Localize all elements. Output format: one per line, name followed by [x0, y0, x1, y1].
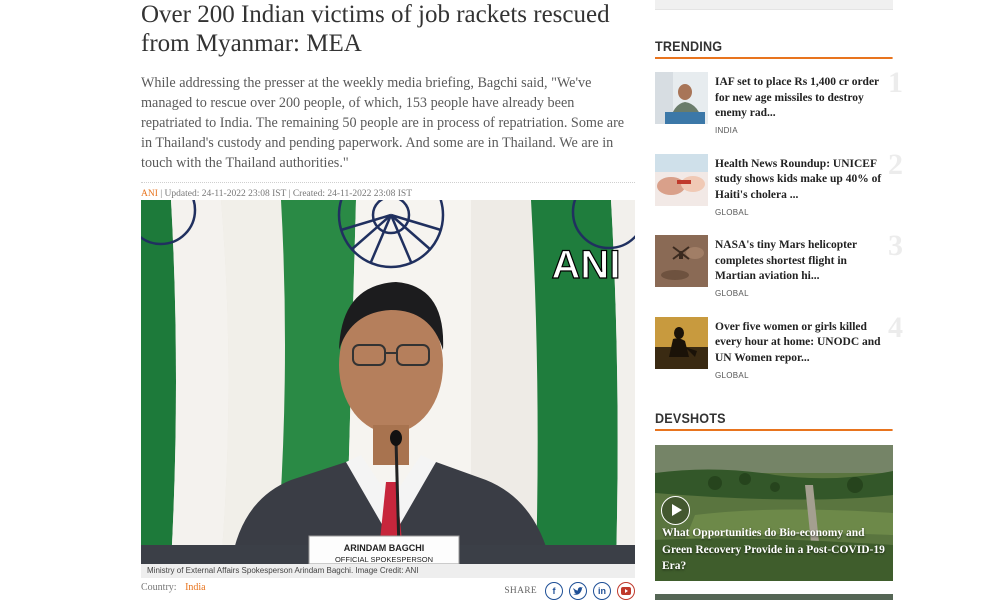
devshots-title: DEVSHOTS [655, 410, 893, 431]
trending-item-2[interactable]: Health News Roundup: UNICEF study shows … [655, 148, 903, 236]
updated-time: | Updated: 24-11-2022 23:08 IST [160, 189, 287, 199]
trending-category-3[interactable]: GLOBAL [715, 289, 749, 298]
trending-rank-3: 3 [888, 229, 903, 262]
nameplate-line1: ARINDAM BAGCHI [344, 543, 425, 553]
trending-item-1[interactable]: IAF set to place Rs 1,400 cr order for n… [655, 66, 903, 154]
article-meta: ANI | Updated: 24-11-2022 23:08 IST | Cr… [141, 182, 635, 199]
next-card-strip [655, 594, 893, 600]
article-headline: Over 200 Indian victims of job rackets r… [141, 1, 610, 57]
trending-heading: TRENDING [655, 38, 919, 59]
trending-item-3[interactable]: NASA's tiny Mars helicopter completes sh… [655, 229, 903, 317]
trending-category-2[interactable]: GLOBAL [715, 208, 749, 217]
trending-title-2[interactable]: Health News Roundup: UNICEF study shows … [715, 157, 890, 204]
trending-thumb-1[interactable] [655, 72, 708, 124]
trending-title-3[interactable]: NASA's tiny Mars helicopter completes sh… [715, 238, 890, 285]
youtube-icon[interactable] [617, 582, 635, 600]
trending-item-4[interactable]: Over five women or girls killed every ho… [655, 311, 903, 399]
ani-watermark: ANI [552, 243, 621, 287]
source-link[interactable]: ANI [141, 189, 158, 199]
trending-list: IAF set to place Rs 1,400 cr order for n… [655, 66, 903, 399]
twitter-icon[interactable] [569, 582, 587, 600]
nameplate-line2: OFFICIAL SPOKESPERSON [335, 555, 433, 564]
sidebar-top-strip [655, 0, 893, 10]
sidebar: TRENDING IAF set to place Rs 1,400 cr or… [655, 0, 903, 600]
share-bar: SHARE f in [504, 582, 635, 600]
trending-thumb-4[interactable] [655, 316, 708, 369]
photo-caption: Ministry of External Affairs Spokesperso… [141, 564, 635, 578]
article-photo[interactable]: ARINDAM BAGCHI OFFICIAL SPOKESPERSON ANI [141, 200, 635, 564]
play-icon[interactable] [661, 496, 690, 525]
trending-title-1[interactable]: IAF set to place Rs 1,400 cr order for n… [715, 75, 890, 122]
trending-rank-2: 2 [888, 147, 903, 181]
trending-thumb-3[interactable] [655, 235, 708, 287]
trending-thumb-2[interactable] [655, 153, 708, 206]
trending-title-4[interactable]: Over five women or girls killed every ho… [715, 320, 890, 367]
country-link[interactable]: India [185, 582, 206, 593]
share-label: SHARE [504, 586, 537, 596]
article-summary: While addressing the presser at the week… [141, 75, 625, 171]
devshot-card[interactable]: What Opportunities do Bio-economy and Gr… [655, 445, 893, 581]
trending-title: TRENDING [655, 38, 893, 59]
country-label: Country: [141, 582, 177, 593]
article-footer: Country: India SHARE f in [141, 582, 635, 600]
trending-category-1[interactable]: INDIA [715, 126, 738, 135]
linkedin-icon[interactable]: in [593, 582, 611, 600]
trending-rank-1: 1 [888, 66, 903, 99]
created-time: | Created: 24-11-2022 23:08 IST [288, 189, 413, 199]
trending-category-4[interactable]: GLOBAL [715, 371, 749, 380]
article-photo-block: ARINDAM BAGCHI OFFICIAL SPOKESPERSON ANI… [141, 200, 635, 578]
facebook-icon[interactable]: f [545, 582, 563, 600]
devshots-heading: DEVSHOTS [655, 410, 919, 431]
devshot-title[interactable]: What Opportunities do Bio-economy and Gr… [662, 525, 887, 575]
trending-rank-4: 4 [888, 310, 903, 344]
article: Over 200 Indian victims of job rackets r… [141, 0, 635, 199]
